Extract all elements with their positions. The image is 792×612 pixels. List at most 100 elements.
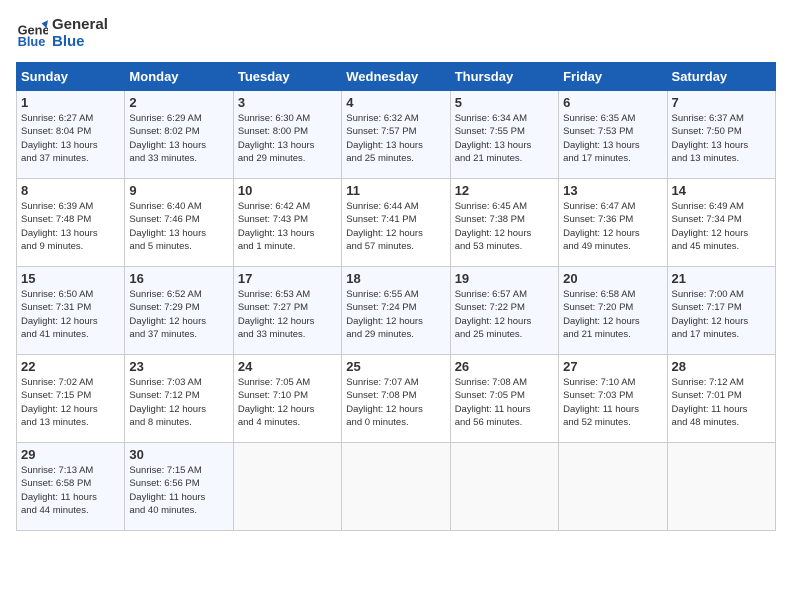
calendar-day bbox=[667, 443, 775, 531]
day-number: 17 bbox=[238, 271, 337, 286]
logo: General Blue General Blue bbox=[16, 16, 108, 50]
day-info: Sunrise: 7:10 AM Sunset: 7:03 PM Dayligh… bbox=[563, 376, 662, 429]
day-header-wednesday: Wednesday bbox=[342, 63, 450, 91]
calendar-day: 21 Sunrise: 7:00 AM Sunset: 7:17 PM Dayli… bbox=[667, 267, 775, 355]
day-number: 11 bbox=[346, 183, 445, 198]
day-info: Sunrise: 6:37 AM Sunset: 7:50 PM Dayligh… bbox=[672, 112, 771, 165]
day-info: Sunrise: 6:53 AM Sunset: 7:27 PM Dayligh… bbox=[238, 288, 337, 341]
day-info: Sunrise: 6:32 AM Sunset: 7:57 PM Dayligh… bbox=[346, 112, 445, 165]
day-number: 29 bbox=[21, 447, 120, 462]
day-number: 26 bbox=[455, 359, 554, 374]
day-number: 19 bbox=[455, 271, 554, 286]
day-number: 7 bbox=[672, 95, 771, 110]
day-number: 1 bbox=[21, 95, 120, 110]
day-number: 14 bbox=[672, 183, 771, 198]
calendar-day: 25 Sunrise: 7:07 AM Sunset: 7:08 PM Dayli… bbox=[342, 355, 450, 443]
day-number: 27 bbox=[563, 359, 662, 374]
calendar-day: 18Sunrise: 6:55 AM Sunset: 7:24 PM Dayli… bbox=[342, 267, 450, 355]
day-number: 20 bbox=[563, 271, 662, 286]
day-info: Sunrise: 6:29 AM Sunset: 8:02 PM Dayligh… bbox=[129, 112, 228, 165]
logo-blue: Blue bbox=[52, 33, 108, 50]
day-info: Sunrise: 6:44 AM Sunset: 7:41 PM Dayligh… bbox=[346, 200, 445, 253]
calendar-day bbox=[559, 443, 667, 531]
day-info: Sunrise: 6:58 AM Sunset: 7:20 PM Dayligh… bbox=[563, 288, 662, 341]
calendar-day: 23Sunrise: 7:03 AM Sunset: 7:12 PM Dayli… bbox=[125, 355, 233, 443]
calendar-day bbox=[450, 443, 558, 531]
calendar-week-1: 1Sunrise: 6:27 AM Sunset: 8:04 PM Daylig… bbox=[17, 91, 776, 179]
day-info: Sunrise: 6:52 AM Sunset: 7:29 PM Dayligh… bbox=[129, 288, 228, 341]
day-info: Sunrise: 6:40 AM Sunset: 7:46 PM Dayligh… bbox=[129, 200, 228, 253]
day-header-sunday: Sunday bbox=[17, 63, 125, 91]
calendar-day: 10Sunrise: 6:42 AM Sunset: 7:43 PM Dayli… bbox=[233, 179, 341, 267]
logo-general: General bbox=[52, 16, 108, 33]
calendar-day: 22 Sunrise: 7:02 AM Sunset: 7:15 PM Dayli… bbox=[17, 355, 125, 443]
calendar-day bbox=[233, 443, 341, 531]
calendar-day: 3Sunrise: 6:30 AM Sunset: 8:00 PM Daylig… bbox=[233, 91, 341, 179]
calendar-day: 12 Sunrise: 6:45 AM Sunset: 7:38 PM Dayli… bbox=[450, 179, 558, 267]
day-info: Sunrise: 7:08 AM Sunset: 7:05 PM Dayligh… bbox=[455, 376, 554, 429]
day-header-friday: Friday bbox=[559, 63, 667, 91]
day-info: Sunrise: 7:13 AM Sunset: 6:58 PM Dayligh… bbox=[21, 464, 120, 517]
day-number: 8 bbox=[21, 183, 120, 198]
day-info: Sunrise: 7:02 AM Sunset: 7:15 PM Dayligh… bbox=[21, 376, 120, 429]
day-number: 18 bbox=[346, 271, 445, 286]
day-header-saturday: Saturday bbox=[667, 63, 775, 91]
calendar-table: SundayMondayTuesdayWednesdayThursdayFrid… bbox=[16, 62, 776, 531]
day-number: 30 bbox=[129, 447, 228, 462]
day-header-monday: Monday bbox=[125, 63, 233, 91]
day-number: 13 bbox=[563, 183, 662, 198]
day-number: 25 bbox=[346, 359, 445, 374]
calendar-day: 28Sunrise: 7:12 AM Sunset: 7:01 PM Dayli… bbox=[667, 355, 775, 443]
day-number: 16 bbox=[129, 271, 228, 286]
day-number: 10 bbox=[238, 183, 337, 198]
day-info: Sunrise: 6:57 AM Sunset: 7:22 PM Dayligh… bbox=[455, 288, 554, 341]
page-header: General Blue General Blue bbox=[16, 16, 776, 50]
day-info: Sunrise: 6:50 AM Sunset: 7:31 PM Dayligh… bbox=[21, 288, 120, 341]
day-info: Sunrise: 6:34 AM Sunset: 7:55 PM Dayligh… bbox=[455, 112, 554, 165]
day-number: 23 bbox=[129, 359, 228, 374]
logo-icon: General Blue bbox=[16, 17, 48, 49]
day-info: Sunrise: 7:05 AM Sunset: 7:10 PM Dayligh… bbox=[238, 376, 337, 429]
day-number: 21 bbox=[672, 271, 771, 286]
day-info: Sunrise: 6:45 AM Sunset: 7:38 PM Dayligh… bbox=[455, 200, 554, 253]
calendar-day: 6Sunrise: 6:35 AM Sunset: 7:53 PM Daylig… bbox=[559, 91, 667, 179]
calendar-day: 7 Sunrise: 6:37 AM Sunset: 7:50 PM Daylig… bbox=[667, 91, 775, 179]
day-info: Sunrise: 7:00 AM Sunset: 7:17 PM Dayligh… bbox=[672, 288, 771, 341]
day-info: Sunrise: 6:49 AM Sunset: 7:34 PM Dayligh… bbox=[672, 200, 771, 253]
day-info: Sunrise: 7:12 AM Sunset: 7:01 PM Dayligh… bbox=[672, 376, 771, 429]
svg-text:Blue: Blue bbox=[18, 34, 46, 49]
day-info: Sunrise: 7:15 AM Sunset: 6:56 PM Dayligh… bbox=[129, 464, 228, 517]
calendar-day: 14 Sunrise: 6:49 AM Sunset: 7:34 PM Dayli… bbox=[667, 179, 775, 267]
calendar-day: 15 Sunrise: 6:50 AM Sunset: 7:31 PM Dayli… bbox=[17, 267, 125, 355]
calendar-day: 13 Sunrise: 6:47 AM Sunset: 7:36 PM Dayli… bbox=[559, 179, 667, 267]
day-info: Sunrise: 6:47 AM Sunset: 7:36 PM Dayligh… bbox=[563, 200, 662, 253]
calendar-day: 24 Sunrise: 7:05 AM Sunset: 7:10 PM Dayli… bbox=[233, 355, 341, 443]
calendar-day: 5Sunrise: 6:34 AM Sunset: 7:55 PM Daylig… bbox=[450, 91, 558, 179]
calendar-day: 11 Sunrise: 6:44 AM Sunset: 7:41 PM Dayli… bbox=[342, 179, 450, 267]
calendar-day: 8 Sunrise: 6:39 AM Sunset: 7:48 PM Daylig… bbox=[17, 179, 125, 267]
day-number: 12 bbox=[455, 183, 554, 198]
day-number: 22 bbox=[21, 359, 120, 374]
calendar-day: 4Sunrise: 6:32 AM Sunset: 7:57 PM Daylig… bbox=[342, 91, 450, 179]
day-info: Sunrise: 6:39 AM Sunset: 7:48 PM Dayligh… bbox=[21, 200, 120, 253]
calendar-day: 29 Sunrise: 7:13 AM Sunset: 6:58 PM Dayli… bbox=[17, 443, 125, 531]
day-number: 6 bbox=[563, 95, 662, 110]
calendar-day: 1Sunrise: 6:27 AM Sunset: 8:04 PM Daylig… bbox=[17, 91, 125, 179]
calendar-week-4: 22 Sunrise: 7:02 AM Sunset: 7:15 PM Dayli… bbox=[17, 355, 776, 443]
calendar-day: 9 Sunrise: 6:40 AM Sunset: 7:46 PM Daylig… bbox=[125, 179, 233, 267]
day-info: Sunrise: 6:30 AM Sunset: 8:00 PM Dayligh… bbox=[238, 112, 337, 165]
day-number: 9 bbox=[129, 183, 228, 198]
day-number: 15 bbox=[21, 271, 120, 286]
calendar-day: 16 Sunrise: 6:52 AM Sunset: 7:29 PM Dayli… bbox=[125, 267, 233, 355]
calendar-day: 27 Sunrise: 7:10 AM Sunset: 7:03 PM Dayli… bbox=[559, 355, 667, 443]
calendar-day: 30 Sunrise: 7:15 AM Sunset: 6:56 PM Dayli… bbox=[125, 443, 233, 531]
day-number: 2 bbox=[129, 95, 228, 110]
day-info: Sunrise: 7:07 AM Sunset: 7:08 PM Dayligh… bbox=[346, 376, 445, 429]
day-header-tuesday: Tuesday bbox=[233, 63, 341, 91]
calendar-week-2: 8 Sunrise: 6:39 AM Sunset: 7:48 PM Daylig… bbox=[17, 179, 776, 267]
calendar-week-3: 15 Sunrise: 6:50 AM Sunset: 7:31 PM Dayli… bbox=[17, 267, 776, 355]
calendar-day: 20 Sunrise: 6:58 AM Sunset: 7:20 PM Dayli… bbox=[559, 267, 667, 355]
day-number: 24 bbox=[238, 359, 337, 374]
calendar-day: 26 Sunrise: 7:08 AM Sunset: 7:05 PM Dayli… bbox=[450, 355, 558, 443]
calendar-day: 19 Sunrise: 6:57 AM Sunset: 7:22 PM Dayli… bbox=[450, 267, 558, 355]
